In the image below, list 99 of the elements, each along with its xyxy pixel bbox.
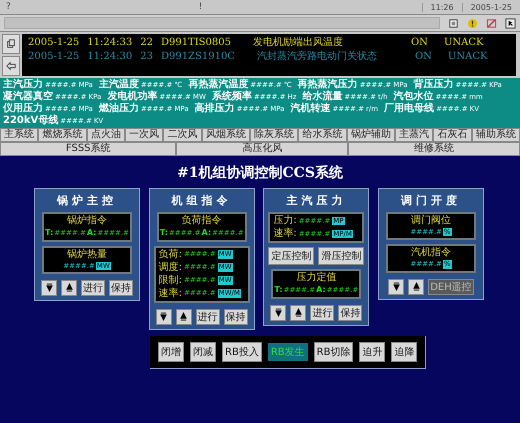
reading-label: 负荷: [158, 248, 182, 261]
up-arrow-icon [66, 283, 72, 292]
action-button[interactable]: 保持 [224, 308, 248, 325]
reading-label: 压力: [273, 215, 297, 227]
parameter-label: 主汽压力 [3, 79, 43, 90]
command-button[interactable]: RB切除 [314, 342, 354, 362]
clock-time: 11:26 [422, 2, 462, 12]
parameter-label: 背压压力 [414, 79, 454, 90]
parameter-label: 厂用电母线 [384, 103, 434, 115]
command-button[interactable]: 闭增 [158, 342, 184, 362]
nav-tab[interactable]: 风烟系统 [202, 128, 250, 142]
nav-tab[interactable]: 点火油 [86, 128, 125, 142]
reading-label: 速率: [158, 288, 182, 300]
action-button[interactable]: 保持 [109, 280, 133, 296]
parameter-label: 高排压力 [194, 103, 235, 115]
parameter-label: 汽机转速 [290, 103, 330, 115]
panel-title: 调门开度 [400, 193, 461, 208]
actual-label: A: [201, 228, 212, 238]
box-heading: 锅炉指令 [67, 215, 107, 227]
nav-tab[interactable]: 燃烧系统 [38, 128, 87, 142]
command-button[interactable]: 闭减 [190, 342, 216, 362]
parameter-label: 给水流量 [302, 91, 342, 102]
increase-button[interactable] [290, 304, 306, 321]
back-arrow-icon [5, 61, 17, 71]
down-arrow-icon [274, 308, 282, 318]
decrease-button[interactable] [270, 304, 286, 321]
parameter-label: 系统频率 [212, 91, 252, 102]
crossed-box-icon[interactable] [486, 18, 497, 28]
parameter-label: 再热蒸汽温度 [188, 79, 248, 90]
nav-tab[interactable]: 主系统 [0, 128, 38, 142]
action-button[interactable]: 进行 [81, 280, 105, 296]
box-heading: 调门阀位 [410, 215, 451, 227]
parameter-label: 仪用压力 [3, 103, 43, 115]
nav-tab[interactable]: 高压化风 [176, 142, 348, 156]
nav-tab[interactable]: 石灰石 [433, 128, 472, 142]
alarm-entry[interactable]: 2005-1-25 11:24:33 22 D991TIS0805 发电机励端出风温度 ON UNACK [28, 36, 510, 49]
parameter-label: 发电机功率 [107, 91, 158, 102]
panel-title: 锅炉主控 [57, 193, 117, 208]
down-arrow-icon [392, 282, 400, 292]
increase-button[interactable] [176, 308, 192, 325]
help-mark: ? [5, 2, 12, 12]
action-button[interactable]: 保持 [338, 304, 362, 321]
status-indicator: RB发生 [268, 342, 308, 361]
nav-tab[interactable]: FSSS系统 [0, 142, 176, 156]
reading-label: 调度: [158, 262, 182, 274]
mode-button[interactable]: 滑压控制 [318, 247, 364, 265]
parameter-label: 主汽温度 [98, 79, 139, 90]
parameter-label: 再热蒸汽压力 [298, 79, 358, 90]
nav-tab[interactable]: 一次风 [124, 128, 164, 142]
box-heading: 锅炉热量 [67, 248, 107, 261]
box-heading: 负荷指令 [182, 215, 222, 227]
decrease-button[interactable] [156, 308, 172, 325]
nav-tab[interactable]: 维修系统 [348, 142, 520, 156]
nav-tab[interactable]: 除灰系统 [250, 128, 298, 142]
back-button[interactable] [2, 56, 20, 76]
action-button[interactable]: 进行 [310, 304, 334, 321]
action-button[interactable]: 进行 [196, 308, 220, 325]
reading-label: 限制: [158, 274, 182, 287]
actual-label: A: [86, 228, 96, 238]
panel-title: 主汽压力 [286, 193, 346, 208]
reading-label: 速率: [273, 228, 297, 240]
up-arrow-icon [180, 312, 188, 322]
increase-button[interactable] [408, 278, 424, 295]
parameter-label: 凝汽器真空 [3, 91, 53, 102]
command-button[interactable]: RB投入 [222, 342, 262, 362]
down-arrow-icon [46, 283, 52, 292]
notice-mark: ! [198, 2, 204, 12]
mode-button[interactable]: 定压控制 [268, 247, 314, 265]
panel-title: 机组指令 [172, 193, 232, 208]
alarm-entry[interactable]: 2005-1-25 11:24:30 23 D991ZS1910C 汽封蒸汽旁路电动门关状态 ON UNACK [28, 50, 510, 63]
box-heading: 汽机指令 [410, 247, 451, 260]
parameter-label: 汽包水位 [394, 91, 434, 102]
nav-tab[interactable]: 主蒸汽 [394, 128, 434, 142]
up-arrow-icon [294, 308, 302, 318]
nav-tab[interactable]: 给水系统 [298, 128, 347, 142]
copy-icon [6, 39, 16, 49]
target-label: T: [45, 228, 54, 238]
pointer-icon[interactable] [505, 18, 516, 28]
clock-date: 2005-1-25 [462, 2, 520, 12]
down-arrow-icon [160, 312, 168, 322]
window-icon[interactable] [448, 18, 459, 28]
up-arrow-icon [412, 282, 420, 292]
parameter-label: 燃油压力 [98, 103, 139, 115]
decrease-button[interactable] [388, 278, 404, 295]
warning-icon[interactable] [467, 18, 478, 28]
increase-button[interactable] [61, 280, 77, 296]
actual-label: A: [316, 285, 326, 295]
nav-tab[interactable]: 辅助系统 [472, 128, 520, 142]
nav-tab[interactable]: 二次风 [163, 128, 202, 142]
command-button[interactable]: 迫升 [359, 342, 386, 362]
copy-button[interactable] [2, 34, 20, 54]
command-button[interactable]: 迫降 [391, 342, 418, 362]
nav-tab[interactable]: 锅炉辅助 [346, 128, 395, 142]
decrease-button[interactable] [41, 280, 57, 296]
parameter-label: 220kV母线 [3, 115, 58, 127]
page-title: #1机组协调控制CCS系统 [176, 164, 344, 182]
target-label: T: [160, 228, 168, 238]
target-label: T: [274, 285, 283, 295]
box-heading: 压力定值 [296, 272, 336, 284]
